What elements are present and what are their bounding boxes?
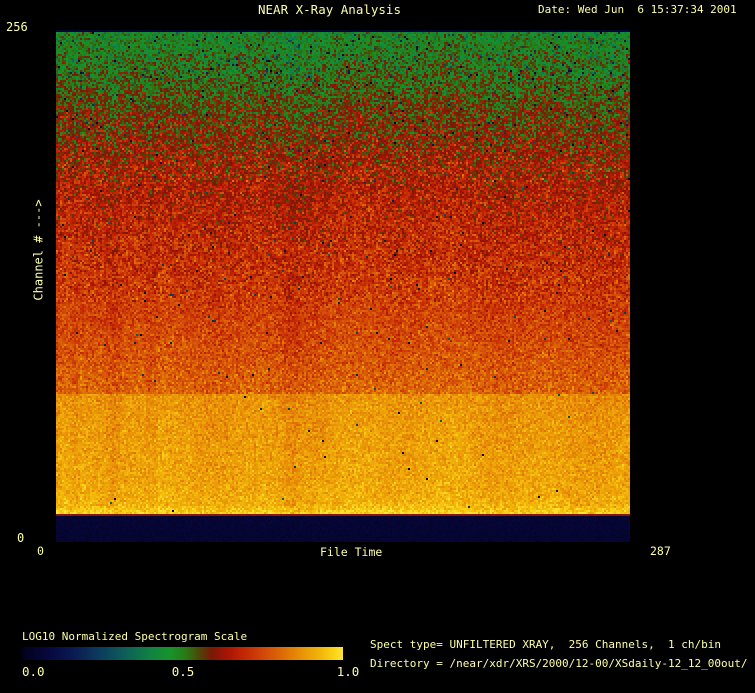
directory-info: Directory = /near/xdr/XRS/2000/12-00/XSd… <box>370 657 748 670</box>
x-axis-min-label: 0 <box>37 544 44 558</box>
spectrogram-heatmap <box>56 30 630 542</box>
y-axis-label: Channel # ---> <box>31 199 46 301</box>
x-axis-label: File Time <box>320 545 383 559</box>
spect-type-info: Spect type= UNFILTERED XRAY, 256 Channel… <box>370 638 721 651</box>
y-axis-max-label: 256 <box>6 20 28 34</box>
colorbar-tick-mid: 0.5 <box>171 664 195 679</box>
colorbar-title: LOG10 Normalized Spectrogram Scale <box>22 630 248 643</box>
page-title: NEAR X-Ray Analysis <box>258 2 401 17</box>
near-xray-analysis-window: NEAR X-Ray Analysis Date: Wed Jun 6 15:3… <box>0 0 755 693</box>
colorbar-gradient <box>22 647 343 660</box>
x-axis-max-label: 287 <box>650 544 671 558</box>
y-axis-min-label: 0 <box>17 531 25 545</box>
colorbar-tick-max: 1.0 <box>336 664 360 679</box>
timestamp: Date: Wed Jun 6 15:37:34 2001 <box>538 3 737 16</box>
colorbar-tick-min: 0.0 <box>22 664 45 679</box>
